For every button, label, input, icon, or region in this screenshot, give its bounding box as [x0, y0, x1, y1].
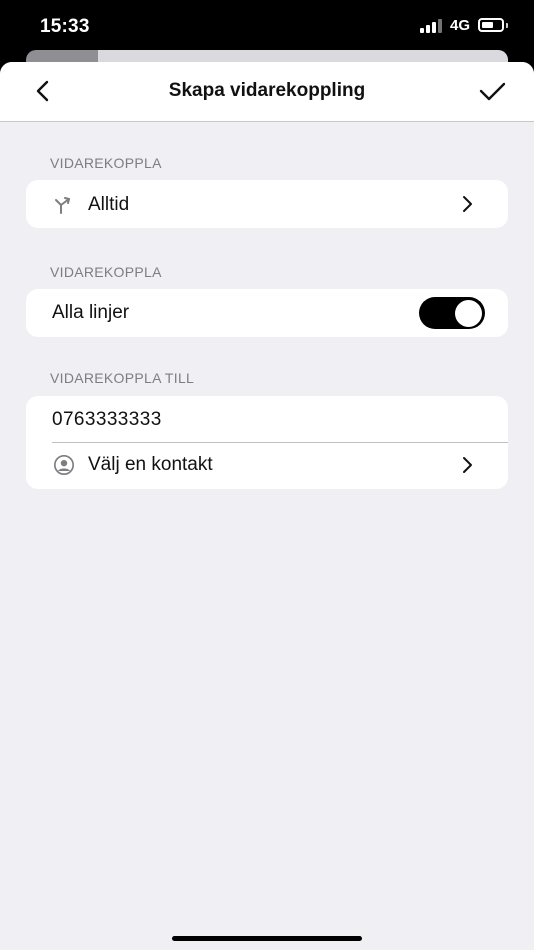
forward-condition-label: Alltid	[88, 194, 130, 215]
choose-contact-label: Välj en kontakt	[88, 454, 213, 475]
chevron-right-icon	[463, 196, 472, 212]
network-type: 4G	[450, 17, 471, 34]
section-header-forward-to: VIDAREKOPPLA TILL	[50, 370, 195, 386]
cellular-signal-icon	[420, 19, 444, 33]
status-time: 15:33	[40, 16, 90, 37]
lines-card: Alla linjer	[26, 289, 508, 337]
phone-number-input[interactable]	[52, 405, 452, 435]
person-circle-icon	[54, 455, 74, 475]
toggle-knob	[455, 300, 482, 327]
checkmark-icon	[479, 82, 506, 101]
chevron-right-icon	[463, 457, 472, 473]
choose-contact-row[interactable]: Välj en kontakt	[26, 442, 508, 489]
all-lines-label: Alla linjer	[52, 302, 130, 323]
section-header-lines: VIDAREKOPPLA	[50, 264, 162, 280]
modal-sheet: Skapa vidarekoppling VIDAREKOPPLA Alltid…	[0, 62, 534, 950]
forward-call-icon	[55, 197, 70, 214]
forward-condition-card: Alltid	[26, 180, 508, 228]
battery-tip	[506, 23, 508, 28]
forward-condition-row[interactable]: Alltid	[26, 180, 508, 228]
section-header-forward: VIDAREKOPPLA	[50, 155, 162, 171]
navigation-bar: Skapa vidarekoppling	[0, 62, 534, 122]
page-title: Skapa vidarekoppling	[168, 80, 366, 101]
battery-icon	[478, 18, 504, 32]
status-bar: 15:33 4G	[0, 0, 534, 52]
save-button[interactable]	[476, 76, 508, 106]
forward-to-card: Välj en kontakt	[26, 396, 508, 489]
all-lines-row: Alla linjer	[26, 289, 508, 337]
home-indicator[interactable]	[172, 936, 362, 941]
all-lines-toggle[interactable]	[419, 297, 485, 329]
phone-number-row	[26, 396, 508, 443]
